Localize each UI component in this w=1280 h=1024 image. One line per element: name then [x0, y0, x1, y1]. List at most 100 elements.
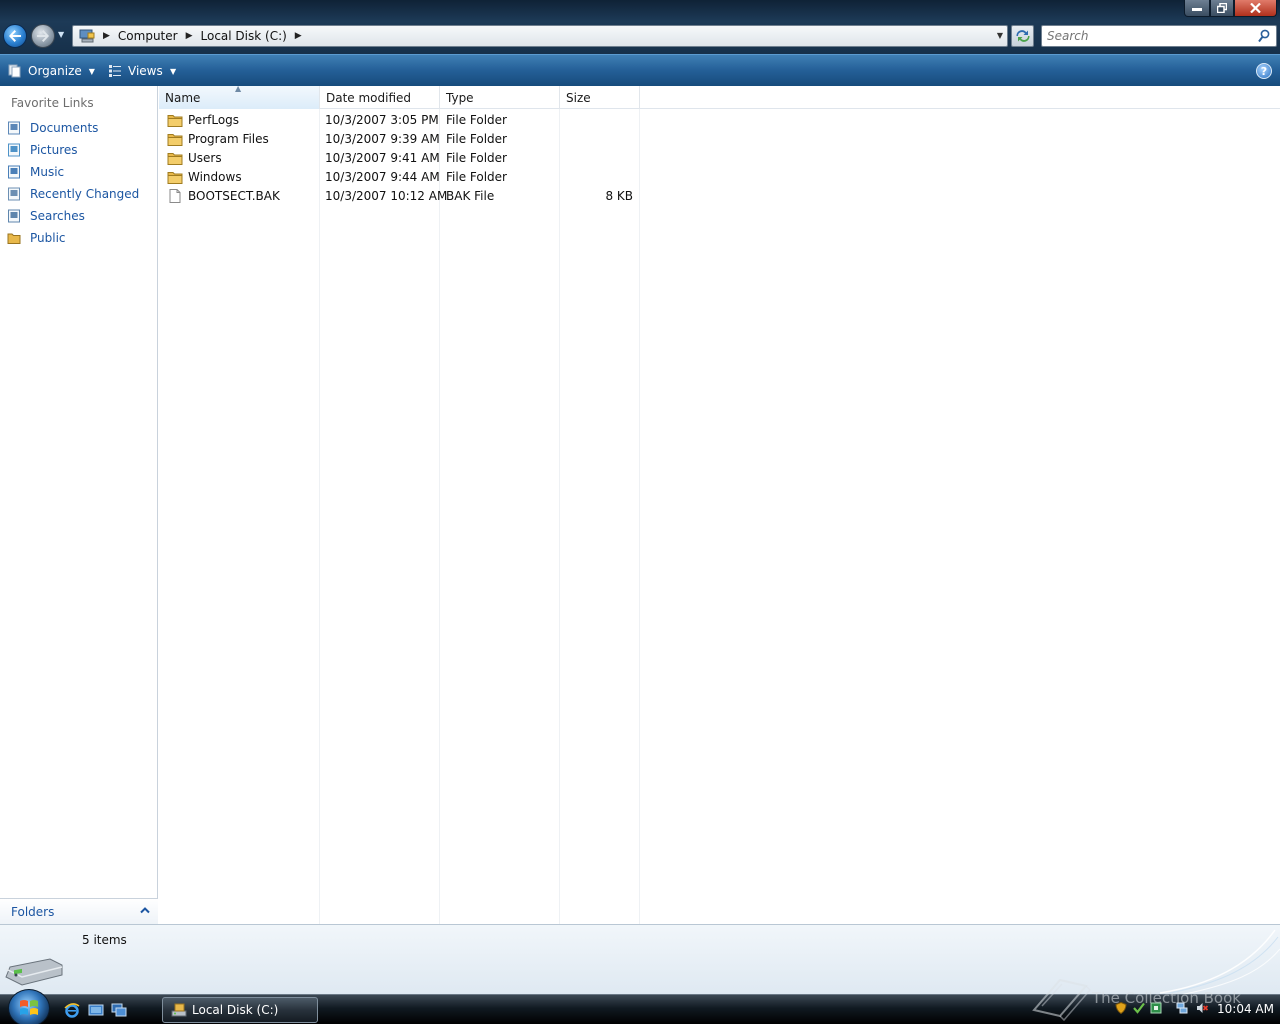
title-bar: ▼ ▶ Computer ▶ Local Disk (C:) ▶ ▼ [0, 0, 1280, 54]
navigation-pane: Favorite Links Folders Documents Pictures… [0, 86, 158, 924]
organize-dropdown-icon: ▼ [88, 66, 95, 76]
file-row[interactable]: Program Files 10/3/2007 9:39 AM File Folde… [159, 129, 640, 148]
back-button[interactable] [3, 24, 27, 48]
address-dropdown-icon[interactable]: ▼ [997, 31, 1003, 40]
file-type: File Folder [446, 131, 507, 146]
sidebar-item-label: Searches [30, 209, 85, 223]
file-name: Windows [188, 169, 242, 184]
chevron-up-icon [140, 907, 150, 914]
file-name-cell: Windows [167, 167, 242, 186]
restore-icon [1217, 3, 1227, 13]
sidebar-item-label: Public [30, 231, 66, 245]
sidebar-item-label: Recently Changed [30, 187, 140, 201]
search-box[interactable] [1041, 25, 1277, 47]
search-input[interactable] [1042, 26, 1242, 46]
sidebar-item-recently-changed[interactable]: Recently Changed [7, 185, 139, 203]
file-name-cell: PerfLogs [167, 110, 239, 129]
column-header-size[interactable]: Size [560, 86, 640, 109]
column-header-date[interactable]: Date modified [320, 86, 440, 109]
organize-icon [8, 64, 21, 78]
file-name-cell: Program Files [167, 129, 269, 148]
checkmark-tray-icon[interactable] [1133, 1002, 1145, 1014]
folder-icon [167, 152, 183, 165]
folder-icon [167, 114, 183, 127]
file-size [560, 167, 633, 186]
file-size [560, 148, 633, 167]
music-icon [8, 165, 20, 179]
column-header-name[interactable]: Name ▲ [159, 84, 320, 109]
breadcrumb-separator-icon[interactable]: ▶ [103, 31, 110, 41]
minimize-icon [1192, 8, 1202, 11]
column-divider [439, 109, 440, 924]
refresh-button[interactable] [1011, 25, 1034, 47]
minimize-button[interactable] [1184, 0, 1210, 17]
file-date: 10/3/2007 3:05 PM [325, 112, 439, 127]
folders-label: Folders [11, 904, 55, 919]
public-folder-icon [7, 233, 21, 244]
folders-toggle[interactable]: Folders [0, 898, 158, 924]
column-header-type[interactable]: Type [440, 86, 560, 109]
antivirus-tray-icon[interactable] [1150, 1002, 1162, 1014]
column-divider [639, 109, 640, 924]
breadcrumb-local-disk[interactable]: Local Disk (C:) [201, 29, 287, 43]
file-icon [169, 188, 181, 203]
file-name-cell: BOOTSECT.BAK [167, 186, 280, 205]
sidebar-item-music[interactable]: Music [7, 163, 64, 181]
file-size [560, 129, 633, 148]
views-dropdown-icon: ▼ [170, 66, 177, 76]
file-row[interactable]: PerfLogs 10/3/2007 3:05 PM File Folder [159, 110, 640, 129]
restore-button[interactable] [1210, 0, 1234, 17]
item-count: 5 items [82, 933, 127, 947]
address-bar[interactable]: ▶ Computer ▶ Local Disk (C:) ▶ ▼ [72, 25, 1008, 47]
volume-muted-icon[interactable] [1196, 1002, 1208, 1014]
recent-pages-dropdown-icon[interactable]: ▼ [58, 30, 68, 40]
file-list: Name ▲ Date modified Type Size PerfLogs 1… [159, 84, 1280, 924]
sidebar-item-documents[interactable]: Documents [7, 119, 98, 137]
close-button[interactable] [1234, 0, 1277, 17]
windows-logo-icon [20, 1000, 38, 1015]
organize-label: Organize [28, 64, 82, 78]
folder-icon [167, 133, 183, 146]
file-type: File Folder [446, 169, 507, 184]
column-divider [559, 109, 560, 924]
breadcrumb-separator-icon[interactable]: ▶ [186, 31, 193, 41]
file-date: 10/3/2007 9:41 AM [325, 150, 440, 165]
file-date: 10/3/2007 9:44 AM [325, 169, 440, 184]
sidebar-item-searches[interactable]: Searches [7, 207, 85, 225]
taskbar-button-label: Local Disk (C:) [192, 1003, 279, 1017]
taskbar-button-local-disk[interactable]: Local Disk (C:) [162, 997, 318, 1023]
file-type: BAK File [446, 188, 495, 203]
forward-arrow-icon [37, 30, 49, 42]
file-row[interactable]: Users 10/3/2007 9:41 AM File Folder [159, 148, 640, 167]
security-shield-icon[interactable] [1115, 1002, 1127, 1014]
folder-icon [167, 171, 183, 184]
views-button[interactable]: Views [108, 62, 163, 80]
file-row[interactable]: BOOTSECT.BAK 10/3/2007 10:12 AM BAK File 8 … [159, 186, 640, 205]
file-date: 10/3/2007 10:12 AM [325, 188, 448, 203]
views-label: Views [128, 64, 163, 78]
column-divider [319, 109, 320, 924]
organize-button[interactable]: Organize ▼ [8, 62, 95, 80]
show-desktop-icon[interactable] [88, 1002, 104, 1018]
sidebar-item-public[interactable]: Public [7, 229, 66, 247]
sidebar-item-label: Pictures [30, 143, 78, 157]
internet-explorer-icon[interactable] [64, 1002, 80, 1018]
file-size [560, 110, 633, 129]
help-button[interactable]: ? [1256, 63, 1272, 79]
breadcrumb-computer[interactable]: Computer [118, 29, 178, 43]
close-icon [1250, 3, 1261, 13]
views-dropdown-button[interactable]: ▼ [170, 62, 176, 80]
file-row[interactable]: Windows 10/3/2007 9:44 AM File Folder [159, 167, 640, 186]
file-type: File Folder [446, 150, 507, 165]
breadcrumb-separator-icon[interactable]: ▶ [295, 31, 302, 41]
file-name: Users [188, 150, 222, 165]
network-icon[interactable] [1176, 1002, 1188, 1014]
system-clock[interactable]: 10:04 AM [1217, 1002, 1274, 1016]
column-header-row: Name ▲ Date modified Type Size [159, 84, 1280, 109]
forward-button[interactable] [31, 24, 55, 48]
search-icon[interactable] [1258, 29, 1270, 43]
sidebar-item-pictures[interactable]: Pictures [7, 141, 78, 159]
switch-windows-icon[interactable] [111, 1002, 127, 1018]
pictures-icon [8, 143, 20, 157]
start-button[interactable] [8, 989, 50, 1024]
